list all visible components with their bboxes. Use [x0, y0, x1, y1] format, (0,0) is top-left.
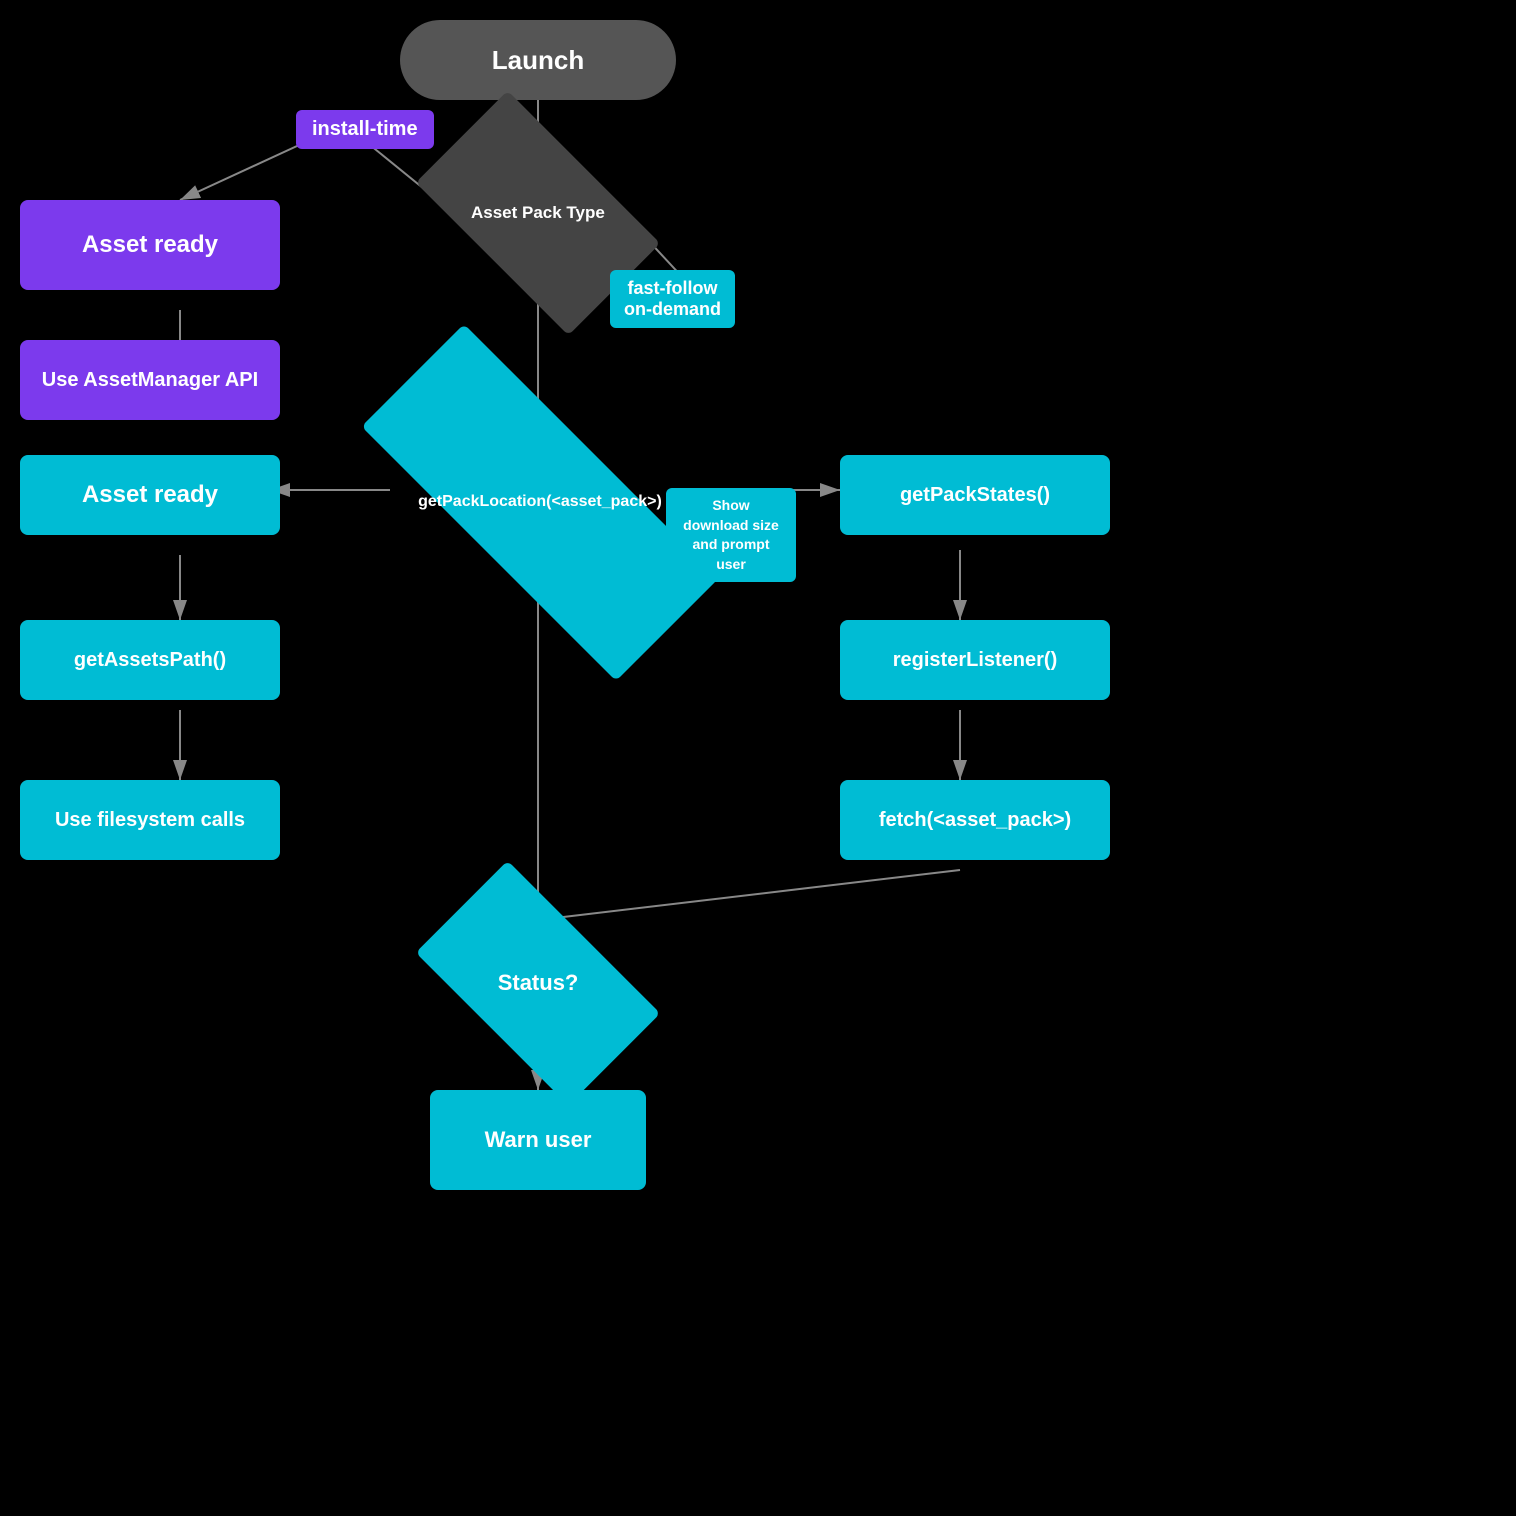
fetch-node: fetch(<asset_pack>) [840, 780, 1110, 860]
fast-follow-label: fast-follow on-demand [610, 270, 735, 328]
status-diamond: Status? [430, 918, 646, 1048]
get-pack-states: getPackStates() [840, 455, 1110, 535]
status-label: Status? [498, 969, 579, 998]
get-pack-location-label: getPackLocation(<asset_pack>) [418, 492, 662, 513]
asset-pack-type-diamond: Asset Pack Type [430, 148, 646, 278]
get-assets-path: getAssetsPath() [20, 620, 280, 700]
asset-ready-1: Asset ready [20, 200, 280, 290]
use-asset-manager: Use AssetManager API [20, 340, 280, 420]
show-download-label: Show download size and prompt user [666, 488, 796, 582]
asset-pack-type-label: Asset Pack Type [471, 202, 605, 224]
launch-node: Launch [400, 20, 676, 100]
warn-user: Warn user [430, 1090, 646, 1190]
asset-ready-2: Asset ready [20, 455, 280, 535]
register-listener: registerListener() [840, 620, 1110, 700]
use-filesystem: Use filesystem calls [20, 780, 280, 860]
install-time-label: install-time [296, 110, 434, 149]
